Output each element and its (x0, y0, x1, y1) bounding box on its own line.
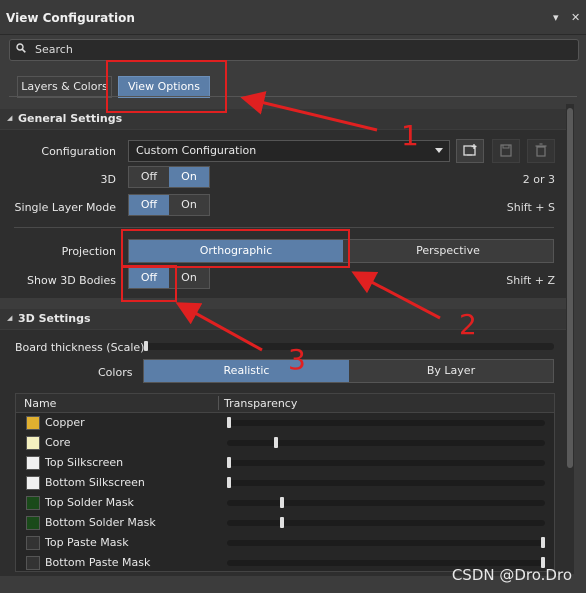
view-configuration-panel: View Configuration ▾ ✕ Search Layers & C… (0, 0, 586, 593)
annotation-label-3: 3 (288, 343, 306, 376)
watermark: CSDN @Dro.Dro (451, 566, 572, 584)
annotation-arrow-1 (240, 91, 378, 132)
annotation-label-2: 2 (459, 308, 477, 341)
annotation-arrow-3 (175, 302, 263, 352)
annotation-arrows (175, 91, 441, 352)
annotation-label-1: 1 (401, 119, 419, 152)
annotation-arrow-2 (351, 271, 441, 320)
